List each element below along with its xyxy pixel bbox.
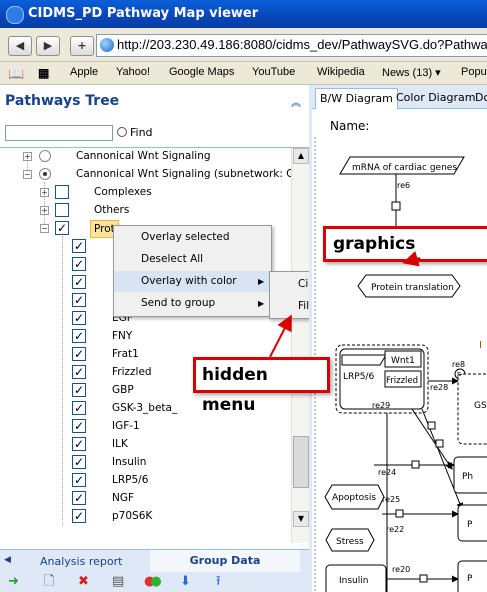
annotation-arrows [269,251,421,358]
hidden-menu-arrow [269,314,292,358]
graphics-arrow [402,251,421,267]
